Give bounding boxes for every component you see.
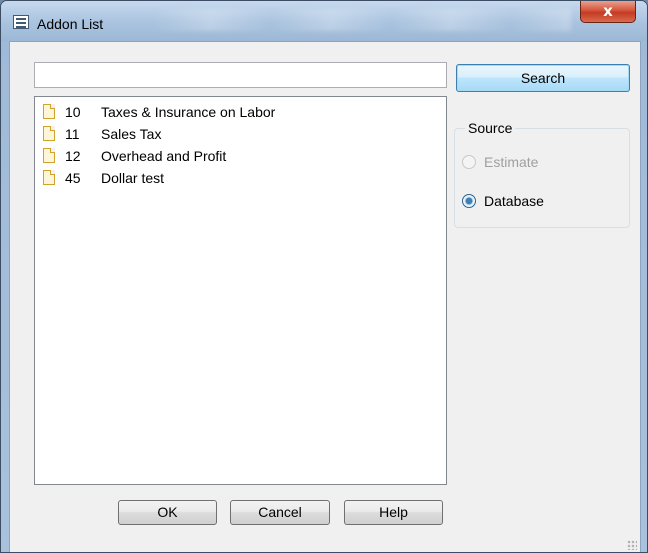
app-list-icon (13, 15, 29, 29)
resize-grip-icon[interactable] (627, 540, 637, 550)
estimate-radio (462, 155, 476, 169)
window-title: Addon List (37, 16, 104, 32)
item-name: Overhead and Profit (101, 148, 227, 164)
addon-list[interactable]: 10 Taxes & Insurance on Labor 11 Sales T… (34, 96, 447, 485)
item-code: 11 (65, 126, 80, 142)
item-code: 12 (65, 148, 81, 164)
source-groupbox (454, 128, 630, 228)
item-name: Taxes & Insurance on Labor (101, 104, 276, 120)
item-code: 45 (65, 170, 81, 186)
search-input[interactable] (34, 62, 447, 88)
close-icon: x (603, 2, 613, 20)
estimate-radio-label: Estimate (484, 154, 539, 170)
item-name: Dollar test (101, 170, 165, 186)
search-button[interactable]: Search (456, 64, 630, 92)
addon-list-window: Addon List x Search 10 Taxes & Insurance… (0, 0, 648, 553)
title-bar[interactable]: Addon List x (1, 1, 647, 41)
source-group-label: Source (465, 120, 516, 136)
document-icon (43, 126, 55, 141)
document-icon (43, 148, 55, 163)
item-code: 10 (65, 104, 81, 120)
list-item[interactable]: 11 Sales Tax (35, 123, 446, 145)
item-name: Sales Tax (101, 126, 162, 142)
document-icon (43, 170, 55, 185)
document-icon (43, 104, 55, 119)
list-item[interactable]: 10 Taxes & Insurance on Labor (35, 101, 446, 123)
database-radio[interactable] (462, 194, 476, 208)
database-radio-label[interactable]: Database (484, 193, 544, 209)
dialog-client-area: Search 10 Taxes & Insurance on Labor 11 … (9, 41, 641, 552)
close-button[interactable]: x (580, 1, 636, 23)
cancel-button[interactable]: Cancel (230, 500, 330, 525)
ok-button[interactable]: OK (118, 500, 217, 525)
list-item[interactable]: 45 Dollar test (35, 167, 446, 189)
title-bar-background (151, 9, 571, 31)
help-button[interactable]: Help (344, 500, 443, 525)
list-item[interactable]: 12 Overhead and Profit (35, 145, 446, 167)
